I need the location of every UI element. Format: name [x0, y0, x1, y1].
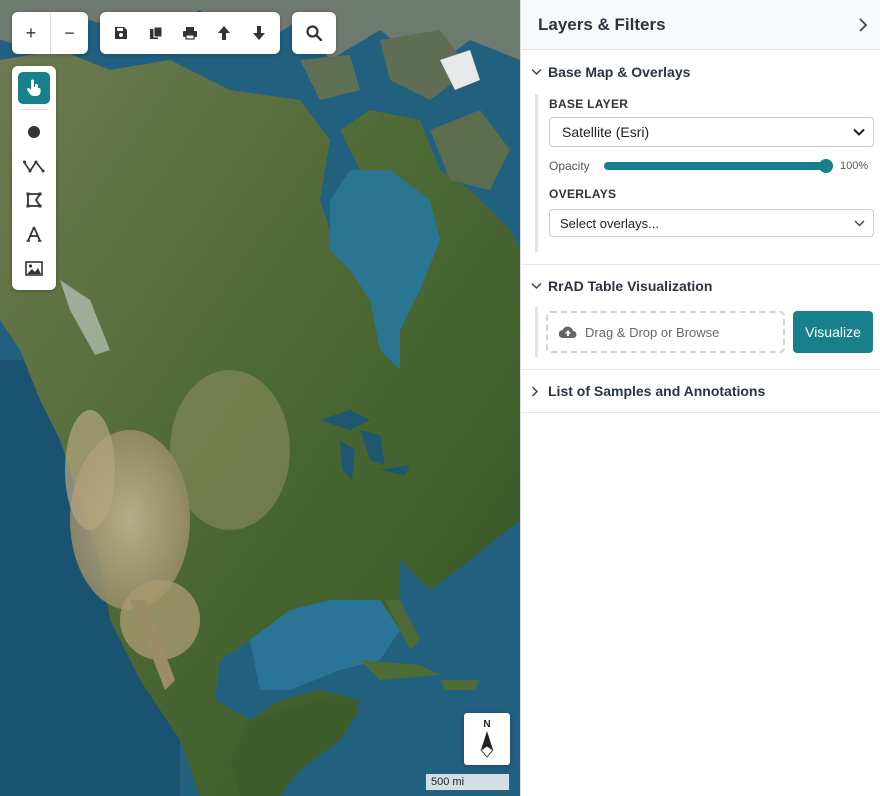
section-header-rrad[interactable]: RrAD Table Visualization: [521, 265, 880, 307]
satellite-basemap: [0, 0, 520, 796]
base-layer-value: Satellite (Esri): [562, 124, 650, 140]
dropzone-text: Drag & Drop or Browse: [585, 324, 720, 340]
upload-button[interactable]: [207, 12, 241, 54]
overlays-placeholder: Select overlays...: [560, 215, 659, 231]
visualize-button[interactable]: Visualize: [793, 311, 873, 353]
zoom-control: + −: [12, 12, 88, 54]
zoom-in-button[interactable]: +: [12, 12, 50, 54]
chevron-down-icon: [531, 282, 547, 290]
north-label: N: [483, 719, 491, 730]
image-tool[interactable]: [18, 252, 50, 284]
pointer-hand-icon: [27, 79, 41, 96]
file-toolbar: [100, 12, 280, 54]
section-label: RrAD Table Visualization: [548, 278, 713, 294]
pointer-tool[interactable]: [18, 72, 50, 104]
file-dropzone[interactable]: Drag & Drop or Browse: [546, 311, 785, 353]
zoom-out-button[interactable]: −: [50, 12, 88, 54]
panel-header: Layers & Filters: [521, 0, 880, 50]
image-icon: [25, 260, 43, 276]
print-button[interactable]: [173, 12, 207, 54]
text-icon: [26, 226, 42, 242]
base-map-section-body: BASE LAYER Satellite (Esri) Opacity 100%…: [535, 94, 880, 252]
rrad-section-body: Drag & Drop or Browse Visualize: [535, 307, 880, 357]
chevron-right-icon: [859, 17, 868, 32]
compass-arrow-icon: [480, 731, 494, 758]
search-button[interactable]: [292, 12, 336, 54]
text-tool[interactable]: [18, 218, 50, 250]
polyline-icon: [23, 160, 45, 173]
polygon-icon: [26, 192, 42, 208]
opacity-value: 100%: [840, 160, 869, 172]
point-tool[interactable]: [18, 116, 50, 148]
collapse-panel-button[interactable]: [858, 17, 868, 33]
overlays-select[interactable]: Select overlays...: [549, 209, 874, 237]
base-layer-label: BASE LAYER: [549, 97, 629, 111]
chevron-right-icon: [531, 385, 547, 397]
section-divider: [521, 412, 880, 413]
download-button[interactable]: [242, 12, 276, 54]
chevron-down-icon: [854, 220, 865, 226]
section-header-samples[interactable]: List of Samples and Annotations: [521, 370, 880, 412]
draw-toolbar: [12, 66, 56, 290]
save-button[interactable]: [104, 12, 138, 54]
copy-icon: [149, 26, 163, 39]
section-label: Base Map & Overlays: [548, 64, 691, 80]
save-icon: [115, 27, 128, 39]
chevron-down-icon: [853, 128, 865, 136]
layers-panel: Layers & Filters Base Map & Overlays BAS…: [520, 0, 880, 796]
search-icon: [306, 25, 322, 41]
chevron-down-icon: [531, 68, 547, 76]
opacity-label: Opacity: [549, 159, 590, 173]
section-label: List of Samples and Annotations: [548, 383, 766, 399]
opacity-row: Opacity 100%: [549, 155, 874, 177]
overlays-label: OVERLAYS: [549, 187, 617, 201]
north-arrow[interactable]: N: [464, 713, 510, 765]
scale-bar: 500 mi: [425, 774, 510, 791]
cloud-upload-icon: [558, 326, 577, 339]
slider-handle[interactable]: [819, 159, 833, 173]
panel-title: Layers & Filters: [538, 14, 666, 34]
opacity-slider[interactable]: [604, 159, 833, 173]
polygon-tool[interactable]: [18, 184, 50, 216]
print-icon: [182, 27, 197, 40]
section-header-base-map[interactable]: Base Map & Overlays: [521, 50, 880, 94]
base-layer-select[interactable]: Satellite (Esri): [549, 117, 874, 147]
map-canvas[interactable]: + − N 500 mi: [0, 0, 520, 796]
point-icon: [28, 126, 40, 138]
toolbar-divider: [19, 109, 49, 110]
arrow-down-icon: [252, 26, 265, 40]
arrow-up-icon: [218, 26, 231, 40]
polyline-tool[interactable]: [18, 150, 50, 182]
copy-button[interactable]: [139, 12, 173, 54]
